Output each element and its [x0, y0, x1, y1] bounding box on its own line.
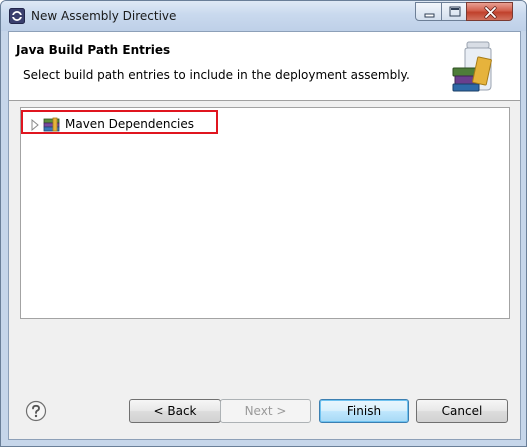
page-description: Select build path entries to include in …	[23, 68, 410, 82]
red-highlight-box	[21, 110, 218, 134]
page-title: Java Build Path Entries	[16, 43, 171, 57]
wizard-header: Java Build Path Entries Select build pat…	[9, 32, 520, 100]
dialog-window: New Assembly Directive Java Build Path E…	[0, 0, 527, 447]
window-title: New Assembly Directive	[31, 9, 177, 23]
finish-button[interactable]: Finish	[319, 399, 409, 423]
back-button[interactable]: < Back	[129, 399, 221, 423]
eclipse-app-icon	[9, 8, 25, 24]
minimize-button[interactable]	[415, 2, 442, 21]
minimize-icon	[424, 13, 435, 18]
maximize-icon	[449, 6, 461, 17]
title-bar[interactable]: New Assembly Directive	[1, 1, 526, 31]
dialog-content: Java Build Path Entries Select build pat…	[8, 31, 521, 440]
next-button[interactable]: Next >	[220, 399, 311, 423]
maximize-button[interactable]	[441, 2, 467, 21]
help-icon[interactable]	[25, 400, 47, 422]
build-path-tree[interactable]: Maven Dependencies	[20, 107, 510, 319]
cancel-button[interactable]: Cancel	[416, 399, 508, 423]
close-icon	[484, 6, 497, 19]
close-button[interactable]	[466, 2, 513, 21]
header-divider	[9, 100, 520, 101]
library-jar-icon	[452, 41, 492, 92]
